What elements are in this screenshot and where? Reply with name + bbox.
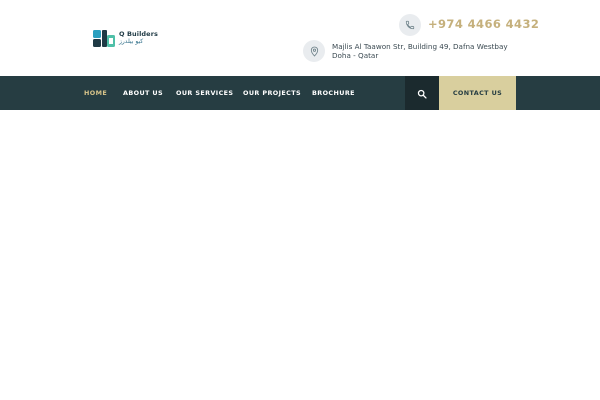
nav-item-about-us[interactable]: ABOUT US [123, 76, 163, 110]
nav-item-brochure[interactable]: BROCHURE [312, 76, 355, 110]
search-icon [417, 84, 427, 103]
site-logo[interactable]: Q Builders كيو بيلدرز [92, 27, 160, 49]
phone-number-link[interactable]: +974 4466 4432 [428, 17, 539, 31]
main-content [0, 110, 600, 400]
nav-item-our-projects[interactable]: OUR PROJECTS [243, 76, 301, 110]
logo-icon [92, 27, 116, 49]
search-button[interactable] [405, 76, 439, 110]
nav-item-our-services[interactable]: OUR SERVICES [176, 76, 233, 110]
address-line-2: Doha - Qatar [332, 51, 379, 60]
site-header: Q Builders كيو بيلدرز +974 4466 4432 Maj… [0, 0, 600, 76]
contact-us-button[interactable]: CONTACT US [439, 76, 516, 110]
logo-wordmark: Q Builders كيو بيلدرز [119, 31, 158, 45]
logo-name-ar: كيو بيلدرز [119, 37, 144, 45]
map-pin-icon [303, 40, 325, 62]
phone-icon [399, 14, 421, 36]
address-line-1: Majlis Al Taawon Str, Building 49, Dafna… [332, 42, 508, 51]
nav-item-home[interactable]: HOME [84, 76, 107, 110]
logo-name-en: Q Builders [119, 30, 158, 39]
